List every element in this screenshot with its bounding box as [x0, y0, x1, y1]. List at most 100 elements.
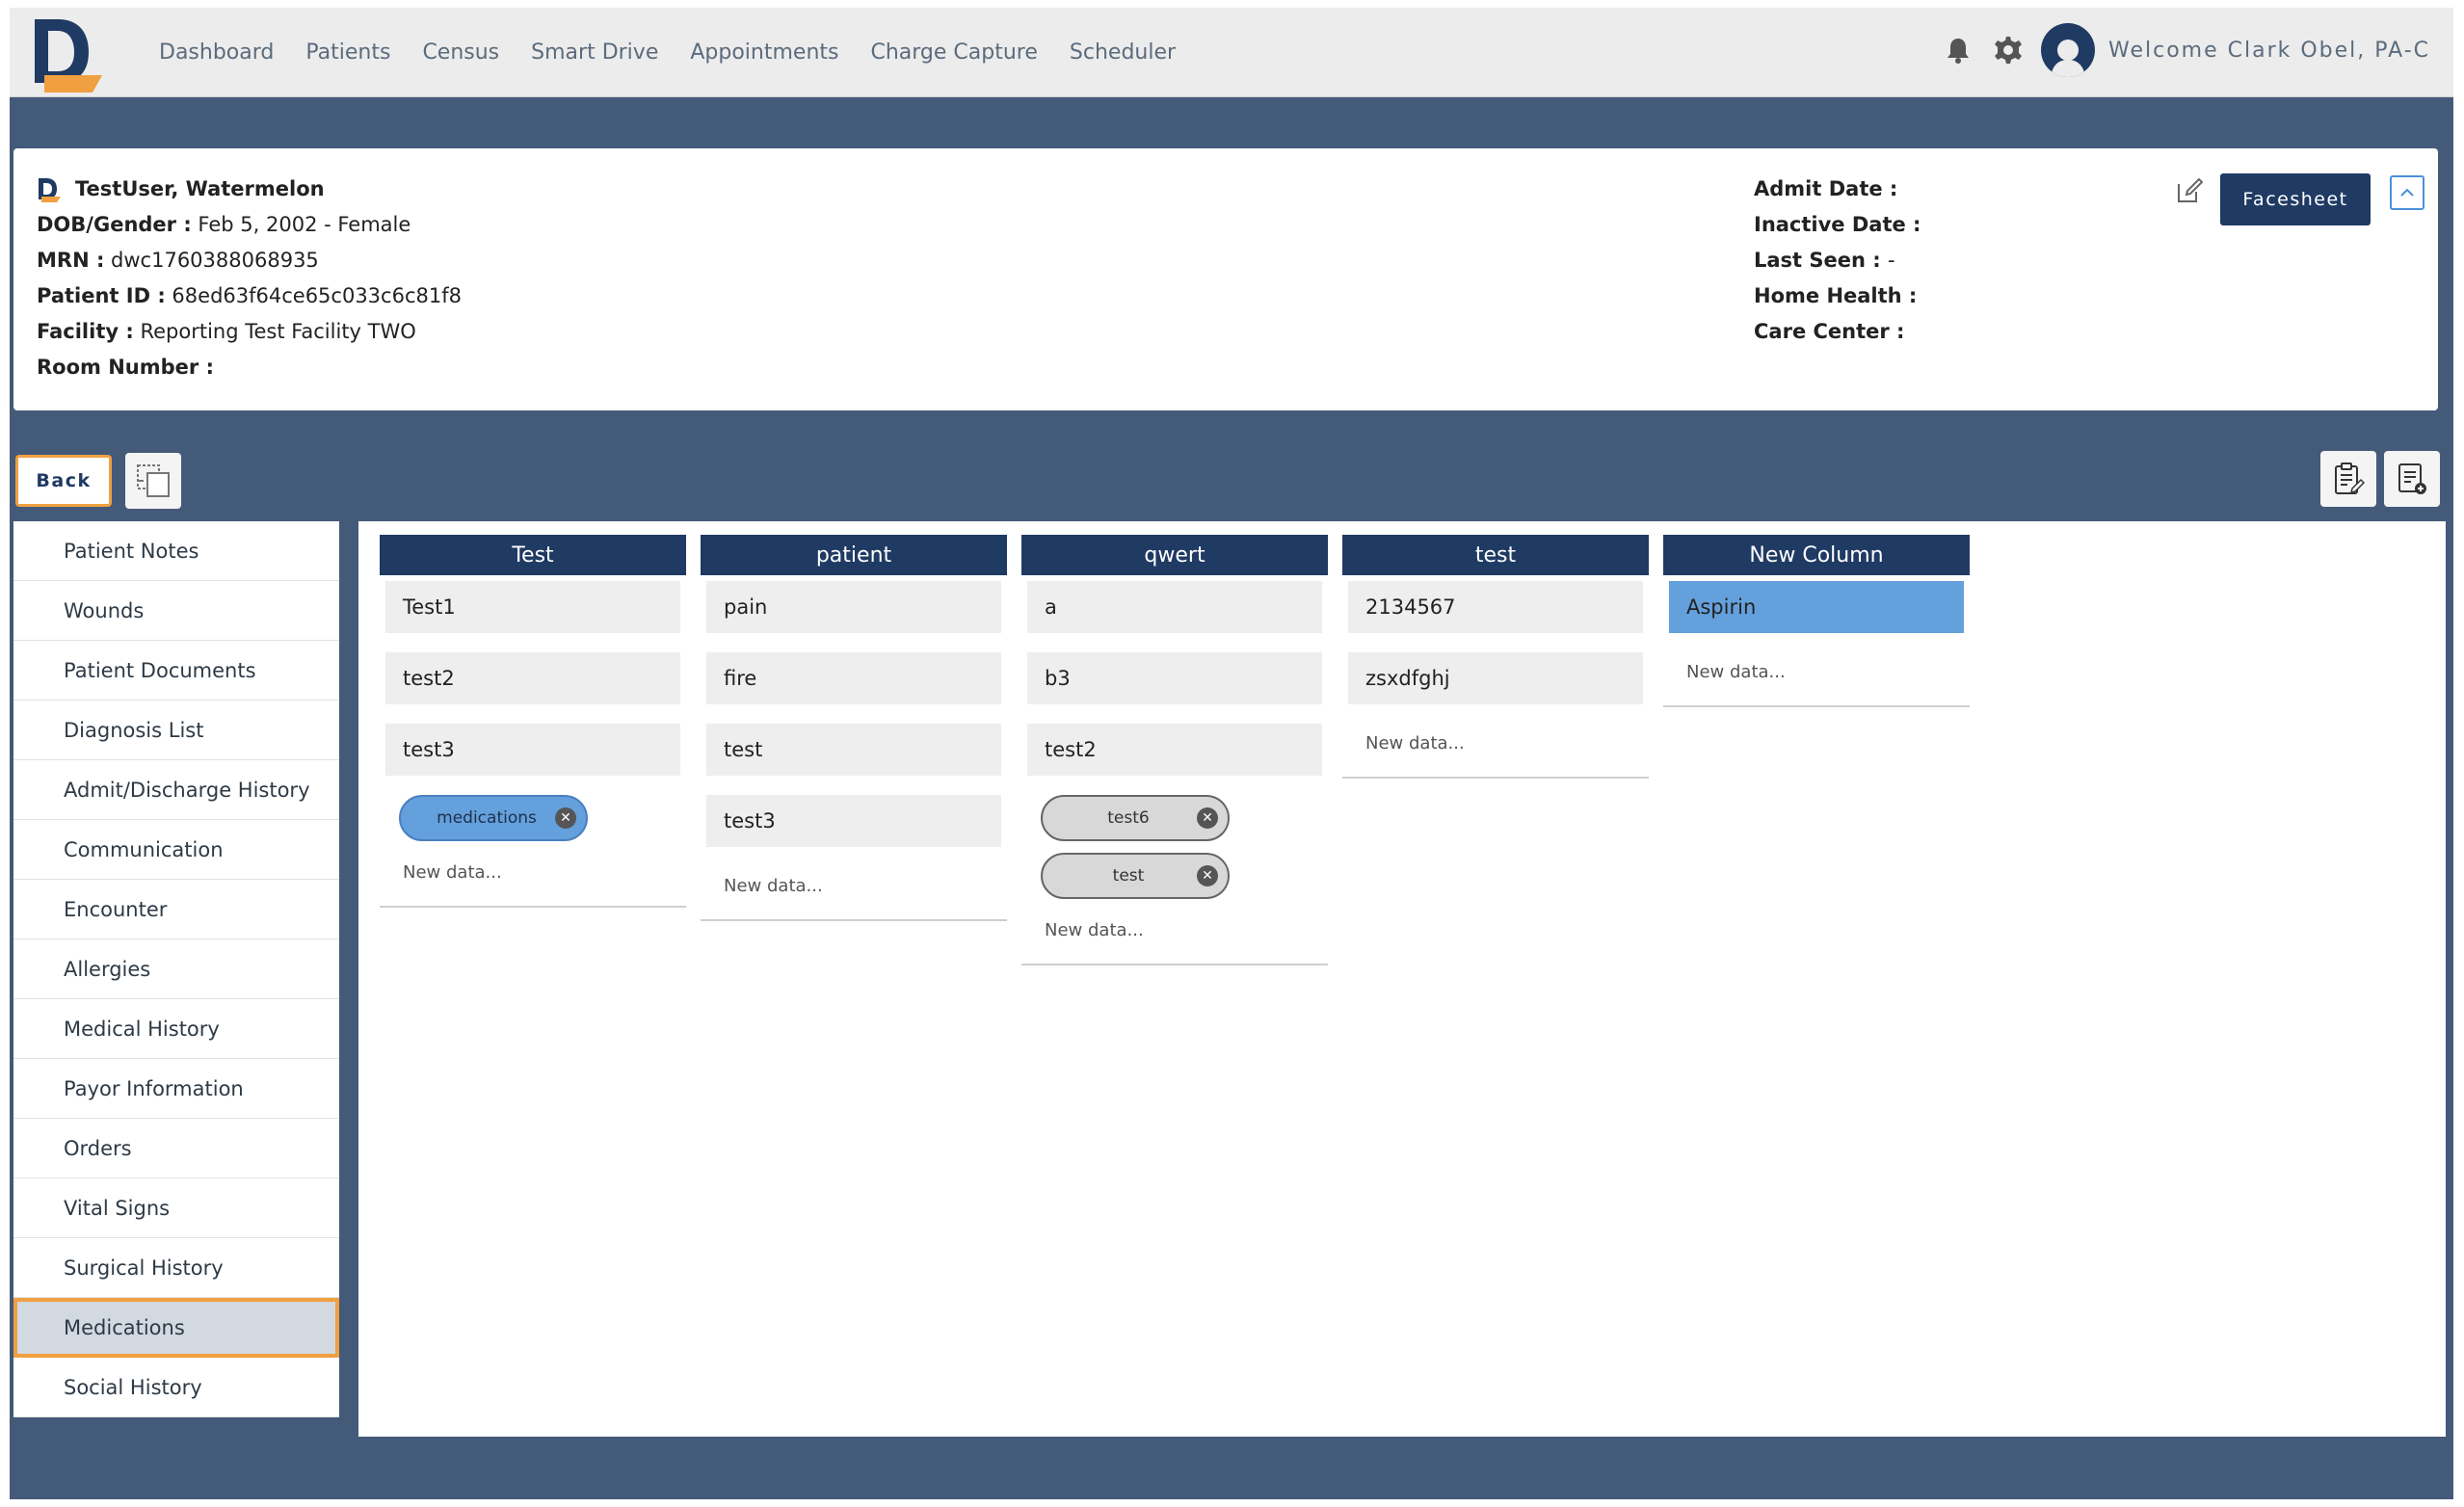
- sidebar-item-allergies[interactable]: Allergies: [13, 939, 339, 999]
- board-cell[interactable]: test2: [1027, 724, 1322, 776]
- sidebar-item-communication[interactable]: Communication: [13, 820, 339, 880]
- back-button[interactable]: Back: [15, 455, 112, 507]
- patient-logo-icon: [39, 177, 61, 202]
- board-cell[interactable]: b3: [1027, 652, 1322, 704]
- board-cell[interactable]: zsxdfghj: [1348, 652, 1643, 704]
- add-note-icon[interactable]: [2384, 451, 2440, 507]
- patient-header-card: TestUser, Watermelon DOB/Gender : Feb 5,…: [13, 148, 2438, 410]
- board-cell[interactable]: test3: [706, 795, 1001, 847]
- column-body: pain fire test test3 New data...: [701, 575, 1007, 921]
- board-cell[interactable]: fire: [706, 652, 1001, 704]
- column-header[interactable]: New Column: [1663, 535, 1970, 575]
- board-column-new-column: New Column Aspirin New data...: [1663, 535, 1970, 707]
- nav-smart-drive[interactable]: Smart Drive: [531, 40, 658, 65]
- sidebar-item-payor-information[interactable]: Payor Information: [13, 1059, 339, 1119]
- sidebar-item-diagnosis-list[interactable]: Diagnosis List: [13, 701, 339, 760]
- tag-chip[interactable]: test ✕: [1041, 853, 1230, 899]
- nav-patients[interactable]: Patients: [305, 40, 390, 65]
- new-data-input[interactable]: New data...: [1027, 911, 1322, 950]
- nav-appointments[interactable]: Appointments: [690, 40, 838, 65]
- sidebar-item-social-history[interactable]: Social History: [13, 1358, 339, 1417]
- nav-scheduler[interactable]: Scheduler: [1070, 40, 1176, 65]
- column-body: 2134567 zsxdfghj New data...: [1342, 575, 1649, 779]
- dob-gender-value: Feb 5, 2002 - Female: [198, 213, 411, 236]
- remove-chip-icon[interactable]: ✕: [1197, 865, 1218, 886]
- last-seen-value: -: [1887, 249, 1895, 272]
- last-seen-row: Last Seen : -: [1754, 243, 1921, 278]
- sidebar-item-patient-documents[interactable]: Patient Documents: [13, 641, 339, 701]
- edit-notes-icon[interactable]: [2320, 451, 2376, 507]
- patient-id-row: Patient ID : 68ed63f64ce65c033c6c81f8: [37, 278, 462, 314]
- board-cell[interactable]: a: [1027, 581, 1322, 633]
- board-cell[interactable]: pain: [706, 581, 1001, 633]
- app-logo[interactable]: [29, 15, 106, 94]
- facility-row: Facility : Reporting Test Facility TWO: [37, 314, 462, 350]
- chip-label: medications: [437, 808, 537, 828]
- column-header[interactable]: Test: [380, 535, 686, 575]
- column-body: Test1 test2 test3 medications ✕ New data…: [380, 575, 686, 908]
- mrn-value: dwc1760388068935: [111, 249, 319, 272]
- board-cell[interactable]: Test1: [385, 581, 680, 633]
- new-data-input[interactable]: New data...: [1669, 652, 1964, 692]
- sidebar-item-medical-history[interactable]: Medical History: [13, 999, 339, 1059]
- sidebar: Patient Notes Wounds Patient Documents D…: [13, 521, 339, 1417]
- edit-icon[interactable]: [2172, 173, 2207, 208]
- facility-value: Reporting Test Facility TWO: [140, 320, 416, 343]
- patient-info-left: TestUser, Watermelon DOB/Gender : Feb 5,…: [37, 172, 462, 385]
- column-header[interactable]: qwert: [1021, 535, 1328, 575]
- top-nav-bar: Dashboard Patients Census Smart Drive Ap…: [10, 8, 2453, 97]
- patient-info-right: Admit Date : Inactive Date : Last Seen :…: [1754, 172, 1921, 350]
- last-seen-label: Last Seen :: [1754, 249, 1881, 272]
- chip-label: test: [1112, 866, 1145, 886]
- user-area: Welcome Clark Obel, PA-C: [1941, 21, 2430, 79]
- remove-chip-icon[interactable]: ✕: [1197, 807, 1218, 829]
- room-number-row: Room Number :: [37, 350, 462, 385]
- medications-board: Test Test1 test2 test3 medications ✕ New…: [358, 521, 2446, 1437]
- new-data-input[interactable]: New data...: [706, 866, 1001, 906]
- board-cell[interactable]: test2: [385, 652, 680, 704]
- board-column-test-lower: test 2134567 zsxdfghj New data...: [1342, 535, 1649, 779]
- sidebar-item-medications[interactable]: Medications: [13, 1298, 339, 1358]
- nav-charge-capture[interactable]: Charge Capture: [870, 40, 1037, 65]
- tag-chip[interactable]: test6 ✕: [1041, 795, 1230, 841]
- board-column-qwert: qwert a b3 test2 test6 ✕ test ✕ New data…: [1021, 535, 1328, 965]
- facility-label: Facility :: [37, 320, 134, 343]
- board-cell-selected[interactable]: Aspirin: [1669, 581, 1964, 633]
- sidebar-item-admit-discharge-history[interactable]: Admit/Discharge History: [13, 760, 339, 820]
- copy-documents-icon[interactable]: [125, 453, 181, 509]
- mrn-label: MRN :: [37, 249, 105, 272]
- remove-chip-icon[interactable]: ✕: [555, 807, 576, 829]
- sidebar-item-encounter[interactable]: Encounter: [13, 880, 339, 939]
- board-cell[interactable]: 2134567: [1348, 581, 1643, 633]
- board-cell[interactable]: test: [706, 724, 1001, 776]
- board-cell[interactable]: test3: [385, 724, 680, 776]
- sidebar-item-surgical-history[interactable]: Surgical History: [13, 1238, 339, 1298]
- nav-census[interactable]: Census: [422, 40, 499, 65]
- sidebar-item-orders[interactable]: Orders: [13, 1119, 339, 1178]
- mrn-row: MRN : dwc1760388068935: [37, 243, 462, 278]
- board-column-test: Test Test1 test2 test3 medications ✕ New…: [380, 535, 686, 908]
- facesheet-button[interactable]: Facesheet: [2220, 173, 2371, 225]
- admit-date-label: Admit Date :: [1754, 177, 1898, 200]
- sidebar-item-vital-signs[interactable]: Vital Signs: [13, 1178, 339, 1238]
- nav-dashboard[interactable]: Dashboard: [159, 40, 274, 65]
- patient-id-label: Patient ID :: [37, 284, 166, 307]
- bell-icon[interactable]: [1941, 33, 1975, 67]
- column-header[interactable]: test: [1342, 535, 1649, 575]
- new-data-input[interactable]: New data...: [385, 853, 680, 892]
- patient-name-row: TestUser, Watermelon: [37, 172, 462, 207]
- chip-label: test6: [1107, 808, 1150, 828]
- column-body: Aspirin New data...: [1663, 575, 1970, 707]
- new-data-input[interactable]: New data...: [1348, 724, 1643, 763]
- main-nav: Dashboard Patients Census Smart Drive Ap…: [159, 8, 1207, 96]
- gear-icon[interactable]: [1991, 33, 2026, 67]
- sidebar-item-wounds[interactable]: Wounds: [13, 581, 339, 641]
- avatar[interactable]: [2041, 23, 2095, 77]
- dob-gender-label: DOB/Gender :: [37, 213, 192, 236]
- column-header[interactable]: patient: [701, 535, 1007, 575]
- collapse-chevron-up-icon[interactable]: [2390, 175, 2424, 210]
- home-health-label: Home Health :: [1754, 284, 1918, 307]
- tag-chip[interactable]: medications ✕: [399, 795, 588, 841]
- room-number-label: Room Number :: [37, 356, 214, 379]
- sidebar-item-patient-notes[interactable]: Patient Notes: [13, 521, 339, 581]
